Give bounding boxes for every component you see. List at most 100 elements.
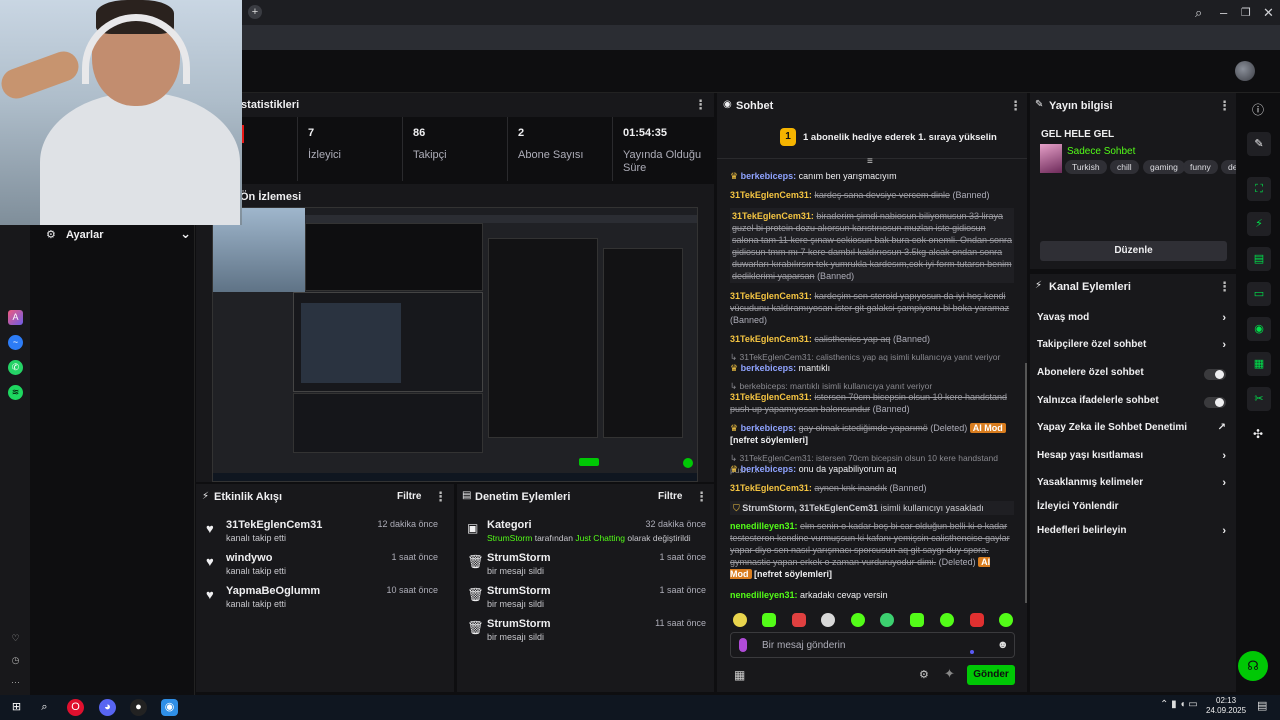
chat-message[interactable]: 31TekEglenCem31: aynen knk inandık (Bann… (730, 482, 1014, 494)
activity-filter-button[interactable]: Filtre (397, 491, 421, 502)
more-icon[interactable]: ··· (8, 675, 23, 690)
stats-title: İstatistikleri (238, 99, 300, 111)
support-button[interactable]: ☊ (1238, 651, 1268, 681)
app-icon[interactable]: ◉ (161, 699, 178, 716)
chat-message[interactable]: nenedilleyen31: elm senin o kadar boş bi… (730, 520, 1014, 580)
stream-tag[interactable]: chill (1110, 160, 1139, 174)
ai-moderation-row[interactable]: Yapay Zeka ile Sohbet Denetimi ↗ (1037, 422, 1232, 438)
chat-menu-icon[interactable]: ⋮ (1009, 98, 1022, 114)
notes-icon[interactable]: ▤ (1247, 247, 1271, 271)
tray-icons[interactable]: ⌃ ▮ ◖ ▭ (1160, 699, 1198, 710)
stats-menu-icon[interactable]: ⋮ (694, 97, 707, 113)
activity-menu-icon[interactable]: ⋮ (434, 489, 447, 505)
moderation-filter-button[interactable]: Filtre (658, 491, 682, 502)
raid-row[interactable]: İzleyici Yönlendir (1037, 501, 1232, 517)
clock-date[interactable]: 24.09.2025 (1206, 706, 1246, 715)
emote-icon[interactable] (940, 613, 954, 627)
typing-indicator-icon (970, 650, 974, 654)
opera-icon[interactable]: O (67, 699, 84, 716)
broadcast-icon[interactable]: ◉ (1247, 317, 1271, 341)
emote-icon[interactable] (792, 613, 806, 627)
emote-icon[interactable] (880, 613, 894, 627)
emotes-only-row[interactable]: Yalnızca ifadelerle sohbet (1037, 395, 1232, 411)
stream-tag[interactable]: gaming (1143, 160, 1185, 174)
emote-icon[interactable] (762, 613, 776, 627)
chat-message[interactable]: 31TekEglenCem31: kardeş sana devsiye ver… (730, 189, 1014, 201)
user-avatar[interactable] (1235, 61, 1255, 81)
discord-icon[interactable]: ◕ (99, 699, 116, 716)
windows-start-icon[interactable]: ⊞ (8, 699, 25, 716)
chat-scrollbar[interactable] (1025, 363, 1027, 603)
info-icon[interactable]: ⓘ (1252, 101, 1264, 118)
emote-icon[interactable] (999, 613, 1013, 627)
chat-message[interactable]: ♛ berkebiceps: canım ben yarışmacıyım (730, 170, 1014, 182)
chat-icon[interactable]: ▭ (1247, 282, 1271, 306)
messenger-icon[interactable]: ~ (8, 335, 23, 350)
pencil-icon[interactable]: ✎ (1247, 132, 1271, 156)
chat-message[interactable]: 31TekEglenCem31: calisthenics yap aq (Ba… (730, 333, 1014, 345)
history-icon[interactable]: ◷ (8, 653, 23, 668)
goals-row[interactable]: Hedefleri belirleyin › (1037, 525, 1232, 541)
bolt-icon[interactable]: ⚡ (1247, 212, 1271, 236)
slow-mode-row[interactable]: Yavaş mod › (1037, 312, 1232, 328)
channel-actions-menu-icon[interactable]: ⋮ (1218, 279, 1231, 295)
emote-icon[interactable] (733, 613, 747, 627)
stream-preview[interactable] (212, 207, 698, 482)
moderation-menu-icon[interactable]: ⋮ (695, 489, 708, 505)
moderation-item[interactable]: ▣ Kategori StrumStorm tarafından Just Ch… (457, 519, 714, 553)
emoji-icon[interactable]: ☻ (997, 639, 1009, 651)
obs-icon[interactable]: ● (130, 699, 147, 716)
settings-toggle[interactable]: ⚙ Ayarlar ⌄ (46, 226, 191, 248)
stream-tag[interactable]: Turkish (1065, 160, 1107, 174)
emotes-only-toggle[interactable] (1204, 397, 1226, 408)
chat-message[interactable]: ♛ berkebiceps: mantıklı (730, 362, 1014, 374)
mod-tools-icon[interactable]: ✦ (944, 666, 955, 682)
notification-icon[interactable]: ▤ (1257, 699, 1267, 712)
activity-item[interactable]: ♥ YapmaBeOglumm kanalı takip etti 10 saa… (196, 585, 446, 619)
add-widget-icon[interactable]: ✣ (1253, 427, 1263, 441)
chat-message[interactable]: 31TekEglenCem31: istersen 70cm bicepsin … (730, 391, 1014, 415)
emote-icon[interactable] (970, 613, 984, 627)
gift-icon[interactable]: ▦ (734, 668, 745, 682)
followers-only-row[interactable]: Takipçilere özel sohbet › (1037, 339, 1232, 355)
heart-icon[interactable]: ♡ (8, 631, 23, 646)
close-window-icon[interactable]: ✕ (1263, 5, 1274, 21)
activity-item[interactable]: ♥ windywo kanalı takip etti 1 saat önce (196, 552, 446, 586)
account-age-row[interactable]: Hesap yaşı kısıtlaması › (1037, 450, 1232, 466)
microphone-icon[interactable] (739, 638, 747, 652)
spotify-icon[interactable]: ≋ (8, 385, 23, 400)
emote-icon[interactable] (851, 613, 865, 627)
stream-tag[interactable]: de (1221, 160, 1236, 174)
search-icon[interactable]: ⌕ (36, 699, 53, 716)
chat-message[interactable]: ♛ berkebiceps: onu da yapabiliyorum aq (730, 463, 1014, 475)
wrench-icon[interactable]: ✂ (1247, 387, 1271, 411)
list-icon: ▤ (462, 490, 472, 501)
gift-banner[interactable]: 1 1 abonelik hediye ederek 1. sıraya yük… (717, 119, 1027, 159)
banned-words-row[interactable]: Yasaklanmış kelimeler › (1037, 477, 1232, 493)
chat-input[interactable]: Bir mesaj gönderin ☻ (730, 632, 1015, 658)
chat-message[interactable]: 31TekEglenCem31: kardeşim sen steroid ya… (730, 290, 1014, 326)
moderation-item[interactable]: 🗑 StrumStorm bir mesajı sildi 11 saat ön… (457, 618, 714, 652)
activity-item[interactable]: ♥ 31TekEglenCem31 kanalı takip etti 12 d… (196, 519, 446, 553)
chat-settings-icon[interactable]: ⚙ (919, 668, 929, 681)
chat-message[interactable]: nenedilleyen31: arkadakı cevap versin (730, 589, 1014, 601)
os-taskbar: ⊞ ⌕ O ◕ ● ◉ ⌃ ▮ ◖ ▭ 02:13 24.09.2025 ▤ (0, 695, 1280, 720)
moderator-icon[interactable]: ▦ (1247, 352, 1271, 376)
send-button[interactable]: Gönder (967, 665, 1015, 685)
whatsapp-icon[interactable]: ✆ (8, 360, 23, 375)
subscribers-only-toggle[interactable] (1204, 369, 1226, 380)
moderation-item[interactable]: 🗑 StrumStorm bir mesajı sildi 1 saat önc… (457, 585, 714, 619)
emote-icon[interactable] (910, 613, 924, 627)
clock-time[interactable]: 02:13 (1216, 696, 1236, 705)
edit-stream-info-button[interactable]: Düzenle (1040, 241, 1227, 261)
stream-tag[interactable]: funny (1183, 160, 1218, 174)
new-tab-button[interactable]: + (248, 5, 262, 19)
emote-icon[interactable] (821, 613, 835, 627)
chat-message[interactable]: ♛ berkebiceps: gay olmak istediğimde yap… (730, 422, 1014, 446)
clip-icon[interactable]: ⛶ (1247, 177, 1271, 201)
moderation-item[interactable]: 🗑 StrumStorm bir mesajı sildi 1 saat önc… (457, 552, 714, 586)
aria-icon[interactable]: A (8, 310, 23, 325)
chat-message[interactable]: 31TekEglenCem31: biraderim şimdi nabiosu… (730, 208, 1014, 283)
subscribers-only-row[interactable]: Abonelere özel sohbet (1037, 367, 1232, 383)
restore-icon[interactable]: ❐ (1241, 6, 1251, 19)
